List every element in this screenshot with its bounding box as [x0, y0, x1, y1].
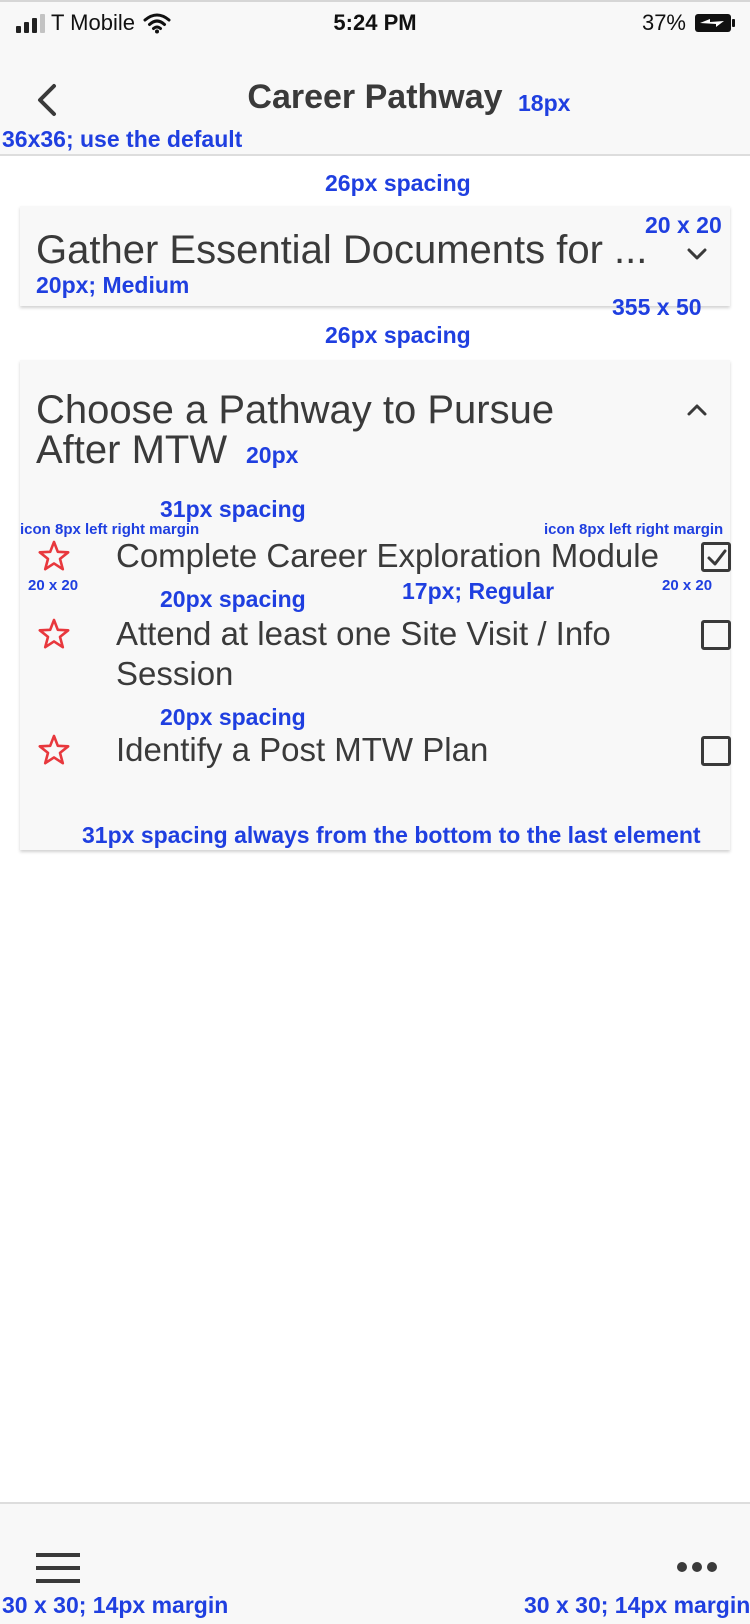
- section-title-line2: After MTW: [36, 428, 228, 472]
- annotation-spacing-top: 26px spacing: [325, 170, 471, 196]
- page-title: Career Pathway: [247, 78, 503, 116]
- annotation-star-size: 20 x 20: [28, 577, 79, 594]
- task-label: Attend at least one Site Visit / Info Se…: [116, 615, 611, 692]
- expanded-section-card[interactable]: Choose a Pathway to Pursue After MTW Com…: [20, 360, 731, 850]
- more-icon[interactable]: [676, 1560, 718, 1574]
- battery-percent: 37%: [641, 10, 686, 35]
- annotation-tab-right: 30 x 30; 14px margin: [524, 1592, 750, 1618]
- annotation-icon-margin-right: icon 8px left right margin: [544, 521, 724, 538]
- status-time: 5:24 PM: [333, 10, 417, 35]
- checkmark-icon: [707, 549, 727, 566]
- annotation-check-size: 20 x 20: [662, 577, 713, 594]
- battery-charging-icon: [695, 14, 735, 32]
- annotation-card1-font: 20px; Medium: [36, 272, 190, 298]
- annotation-chevron-size: 20 x 20: [645, 212, 722, 238]
- menu-icon[interactable]: [36, 1552, 80, 1584]
- task-label: Complete Career Exploration Module: [116, 537, 659, 574]
- task-label: Identify a Post MTW Plan: [116, 731, 489, 768]
- chevron-down-icon[interactable]: [685, 242, 709, 266]
- bottom-toolbar: 30 x 30; 14px margin 30 x 30; 14px margi…: [0, 1502, 750, 1624]
- annotation-tab-left: 30 x 30; 14px margin: [2, 1592, 229, 1618]
- task-checkbox-checked[interactable]: [701, 542, 731, 572]
- annotation-spacing-20-a: 20px spacing: [160, 586, 306, 612]
- section-title-line1: Choose a Pathway to Pursue: [36, 388, 555, 432]
- star-outline-icon: [38, 734, 70, 765]
- star-outline-icon: [38, 618, 70, 649]
- annotation-back-size: 36x36; use the default: [2, 126, 243, 152]
- section-title: Gather Essential Documents for ...: [36, 228, 648, 272]
- annotation-nav-font: 18px: [518, 90, 571, 116]
- annotation-card1-size: 355 x 50: [612, 294, 702, 320]
- annotation-spacing-between: 26px spacing: [325, 322, 471, 348]
- annotation-icon-margin-left: icon 8px left right margin: [20, 521, 200, 538]
- task-checkbox[interactable]: [701, 620, 731, 650]
- annotation-spacing-31: 31px spacing: [160, 496, 306, 522]
- annotation-bottom-spacing: 31px spacing always from the bottom to t…: [82, 822, 701, 848]
- status-bar: T Mobile 5:24 PM 37%: [0, 0, 750, 44]
- chevron-up-icon[interactable]: [685, 398, 709, 422]
- status-right: 37%: [642, 10, 736, 36]
- annotation-card2-font: 20px: [246, 442, 299, 468]
- annotation-task-font: 17px; Regular: [402, 578, 555, 604]
- task-checkbox[interactable]: [701, 736, 731, 766]
- annotation-spacing-20-b: 20px spacing: [160, 704, 306, 730]
- star-outline-icon: [38, 540, 70, 571]
